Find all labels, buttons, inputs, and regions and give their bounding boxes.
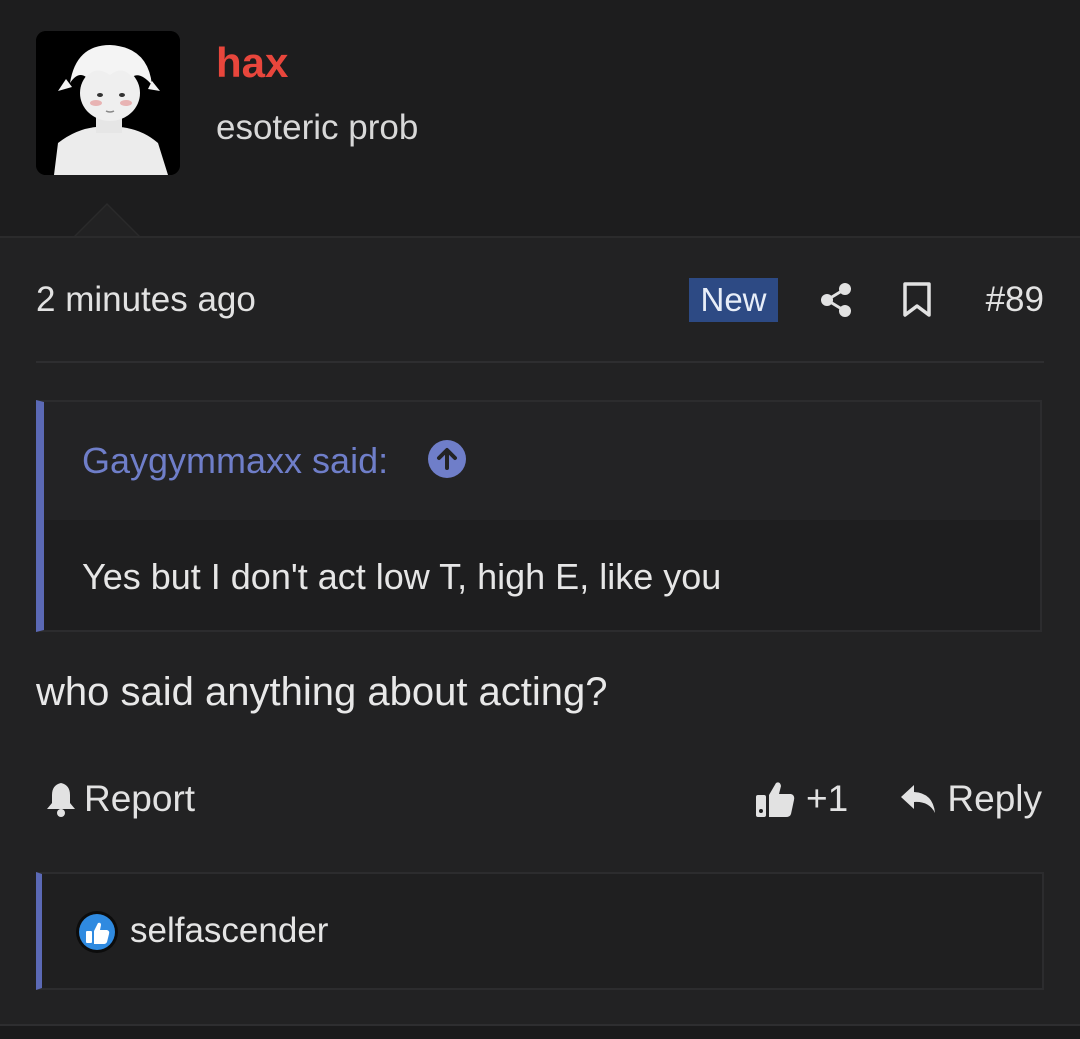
report-label: Report bbox=[84, 778, 196, 819]
username[interactable]: hax bbox=[216, 40, 288, 86]
post-message: who said anything about acting? bbox=[36, 670, 608, 714]
like-count: +1 bbox=[806, 778, 849, 819]
quote-block: Gaygymmaxx said: Yes but I don't act low… bbox=[36, 400, 1042, 632]
report-button[interactable]: Report bbox=[44, 774, 195, 824]
quote-author[interactable]: Gaygymmaxx said: bbox=[82, 440, 388, 482]
bell-icon bbox=[47, 783, 75, 817]
quote-header: Gaygymmaxx said: bbox=[44, 402, 1040, 520]
meta-divider bbox=[36, 361, 1044, 363]
user-header: hax esoteric prob bbox=[0, 0, 1080, 237]
arrow-up-circle-icon[interactable] bbox=[428, 440, 466, 478]
avatar-image bbox=[36, 31, 180, 175]
thumbs-up-icon bbox=[75, 910, 119, 954]
post-meta: 2 minutes ago New #89 bbox=[36, 278, 1044, 322]
reactions-bar[interactable]: selfascender bbox=[36, 872, 1044, 990]
post-number[interactable]: #89 bbox=[986, 280, 1044, 320]
post-timestamp[interactable]: 2 minutes ago bbox=[36, 280, 256, 320]
share-icon[interactable] bbox=[818, 282, 854, 318]
reply-label: Reply bbox=[947, 778, 1042, 819]
avatar[interactable] bbox=[36, 31, 180, 175]
reaction-username[interactable]: selfascender bbox=[130, 910, 328, 952]
post-actions: Report +1 Reply bbox=[36, 774, 1044, 824]
quote-text: Yes but I don't act low T, high E, like … bbox=[82, 556, 722, 597]
new-badge: New bbox=[689, 278, 778, 322]
post-body: 2 minutes ago New #89 Gaygymmaxx said: Y… bbox=[0, 236, 1080, 1028]
reply-button[interactable]: Reply bbox=[899, 774, 1042, 824]
reply-arrow-icon bbox=[901, 785, 936, 813]
user-title: esoteric prob bbox=[216, 108, 419, 147]
bookmark-icon[interactable] bbox=[902, 282, 932, 318]
like-button[interactable]: +1 bbox=[754, 774, 848, 824]
thumbs-up-icon bbox=[756, 782, 795, 817]
speech-pointer-inner bbox=[75, 205, 139, 237]
